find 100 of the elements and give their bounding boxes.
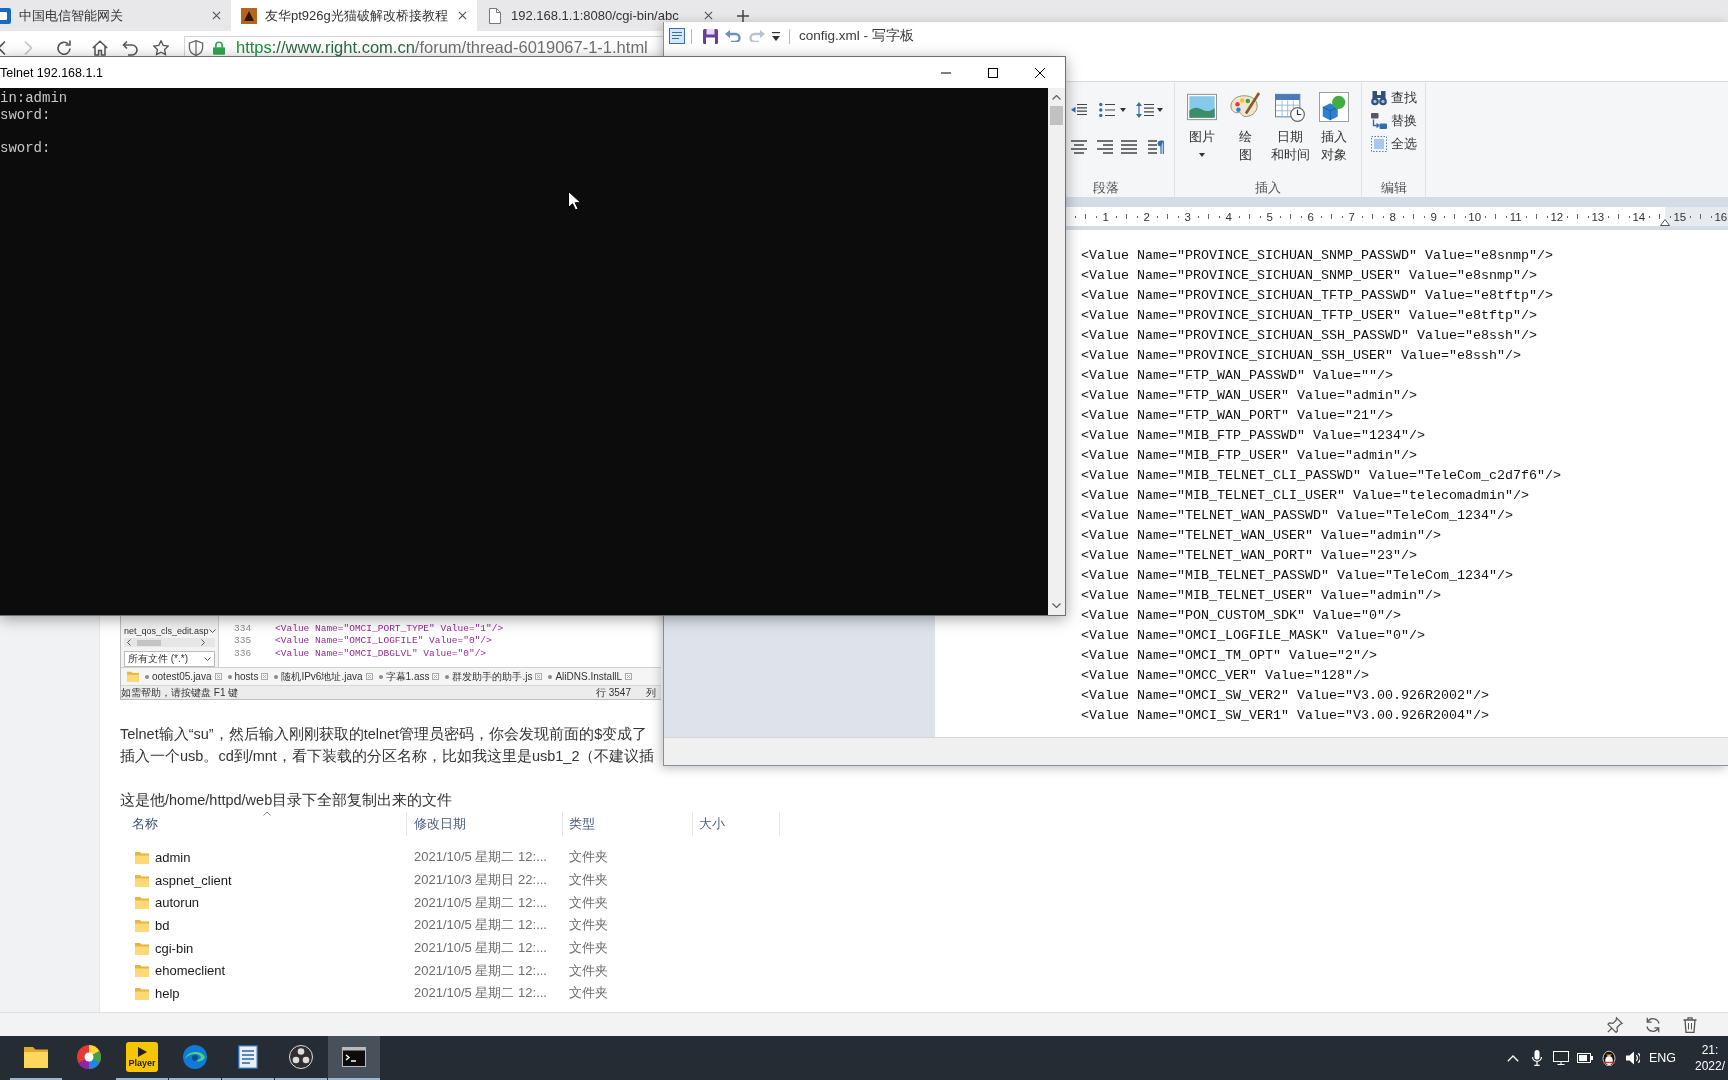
dot-icon [145,674,149,679]
file-type: 文件夹 [569,984,608,1003]
dropdown-icon[interactable] [771,31,781,41]
close-icon[interactable] [1035,67,1045,78]
clock[interactable]: 21: 2022/ [1692,1042,1728,1074]
text-line: <Value Name="OMCI_TM_OPT" Value="2"/> [1081,647,1377,665]
browser-tab[interactable]: 192.168.1.1:8080/cgi-bin/abc [477,0,723,31]
close-icon[interactable] [704,11,713,20]
ribbon-button[interactable]: 日期 和时间 [1266,82,1314,164]
caret-icon[interactable] [1120,108,1126,112]
text-line: <Value Name="PROVINCE_SICHUAN_TFTP_PASSWD" Value="e8tftp"/> [1081,287,1553,305]
language-indicator[interactable]: ENG [1648,1051,1676,1065]
close-icon[interactable] [458,11,467,20]
modified-date: 2021/10/5 星期二 12:... [414,984,547,1003]
ribbon-button[interactable]: 替换 [1371,109,1425,132]
penguin-icon[interactable] [1601,1050,1616,1066]
picture-icon [1187,92,1217,122]
play-icon [137,1046,147,1057]
ribbon-button[interactable]: 图片 [1185,82,1219,157]
column-header[interactable]: 修改日期 [407,812,563,836]
text-line: <Value Name="OMCI_SW_VER2" Value="V3.00.926R2002"/> [1081,687,1489,705]
modified-date: 2021/10/5 星期二 12:... [414,939,547,958]
caret-icon[interactable] [1199,153,1205,157]
scrollbar-thumb[interactable] [1050,106,1063,125]
caption-text: 这是他/home/httpd/web目录下全部复制出来的文件 [120,791,453,810]
calendar-clock-icon [1275,92,1305,122]
trash-icon[interactable] [1683,1016,1697,1033]
folder-icon [135,986,149,1000]
speaker-icon[interactable] [1625,1051,1640,1065]
file-name: 随机IPv6地址.java [281,669,363,684]
ruler-number: 14 [1632,209,1646,224]
justify-icon[interactable] [1121,140,1137,154]
indent-marker-icon[interactable] [1660,219,1670,226]
save-icon[interactable] [703,28,718,44]
ruler-number: 2 [1143,209,1150,224]
line-number: 336 [234,648,252,659]
padlock-icon[interactable] [213,40,225,55]
maximize-icon[interactable] [988,67,998,78]
document-icon [238,1045,258,1069]
text-line: <Value Name="FTP_WAN_USER" Value="admin"/> [1081,387,1417,405]
battery-icon[interactable] [1576,1053,1593,1063]
text-line: <Value Name="PON_CUSTOM_SDK" Value="0"/> [1081,607,1401,625]
ribbon-button[interactable]: 插入 对象 [1316,82,1352,164]
document-icon[interactable] [669,28,685,44]
align-center-icon[interactable] [1071,140,1087,154]
scroll-down-icon [208,629,216,633]
text-line: <Value Name="PROVINCE_SICHUAN_TFTP_USER" Value="e8tftp"/> [1081,307,1537,325]
taskbar-button[interactable]: Player [116,1036,168,1080]
file-name: 群发助手的助手.js [452,669,533,684]
scroll-up-icon[interactable] [1052,95,1061,100]
network-icon[interactable] [1552,1051,1569,1065]
close-icon [432,673,440,680]
select-all-icon [1371,135,1387,152]
text-line: <Value Name="FTP_WAN_PASSWD" Value=""/> [1081,367,1393,385]
shield-icon[interactable] [188,39,204,56]
text-line: <Value Name="TELNET_WAN_PORT" Value="23"/> [1081,547,1417,565]
scrollbar[interactable] [1048,88,1065,615]
scroll-down-icon[interactable] [1052,603,1061,608]
file-name: autorun [155,895,200,911]
column-header[interactable]: 名称 [120,812,407,836]
ribbon-button[interactable]: 绘 图 [1228,82,1262,164]
ruler-number: 1 [1102,209,1109,224]
file-type: 文件夹 [569,939,608,958]
ruler-number: 10 [1468,209,1482,224]
dot-icon [548,674,553,679]
ruler-number: 12 [1550,209,1564,224]
ribbon-button[interactable]: 查找 [1371,86,1425,109]
plus-icon[interactable] [737,9,749,22]
text-line: <Value Name="MIB_TELNET_PASSWD" Value="TeleCom_1234"/> [1081,567,1513,585]
caret-icon[interactable] [1157,108,1163,112]
refresh-icon[interactable] [1645,1016,1661,1033]
scrollbar-thumb [137,639,161,646]
console[interactable]: in:admin sword: sword: [0,88,1065,615]
dot-icon [227,674,232,679]
column-header[interactable]: 类型 [563,812,693,836]
line-number: 335 [234,635,252,647]
browser-tab[interactable]: 中国电信智能网关 [0,0,231,31]
browser-tab[interactable]: 友华pt926g光猫破解改桥接教程 [231,0,477,31]
window-title: Telnet 192.168.1.1 [0,65,103,80]
text-line: <Value Name="MIB_TELNET_CLI_USER" Value="telecomadmin"/> [1081,487,1529,505]
taskbar-button[interactable] [328,1036,380,1080]
ribbon-button[interactable]: 全选 [1371,132,1425,155]
file-name: ootest05.java [152,671,212,682]
chevron-up-icon[interactable] [1506,1054,1519,1062]
home-icon[interactable] [92,39,108,56]
column-header[interactable]: 大小 [693,812,780,836]
bullet-list-icon[interactable] [1099,102,1115,118]
reload-icon[interactable] [56,39,72,56]
microphone-icon[interactable] [1531,1050,1542,1066]
pin-icon[interactable] [1607,1016,1623,1033]
console-line: in:admin [0,90,68,107]
align-right-icon[interactable] [1097,140,1113,154]
undo-icon[interactable] [725,30,741,42]
file-name: hosts [234,671,259,682]
undo-icon[interactable] [122,39,138,56]
paragraph-icon[interactable] [1148,140,1164,154]
indent-icon[interactable] [1071,102,1087,118]
ruler-number: 4 [1225,209,1232,224]
line-spacing-icon[interactable] [1136,102,1154,118]
star-icon[interactable] [153,39,169,56]
